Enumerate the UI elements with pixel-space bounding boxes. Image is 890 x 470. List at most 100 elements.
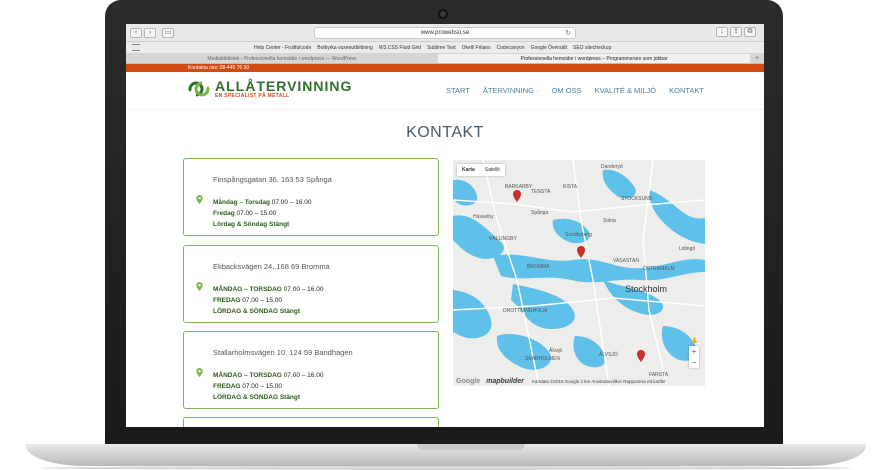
map-label: ÖSTERMALM [643,265,675,272]
bookmarks-bar: Help Center - Fruitfulcode Botkyrka vuxe… [126,42,764,54]
map-label: KISTA [563,184,578,190]
hours-time: 07.00 – 16.00 [283,372,324,379]
nav-atervinning[interactable]: ÅTERVINNING · [483,86,539,95]
hours-days: FREDAG [213,297,241,304]
tab-prowebso[interactable]: Professionella hemsidor i wordpress – Pr… [438,54,750,63]
map-label: VASASTAN [613,258,639,264]
hours-days: MÅNDAG – TORSDAG [213,286,282,293]
bookmark-item[interactable]: Help Center - Fruitfulcode [254,45,311,51]
tabs-icon[interactable]: ⧉ [744,27,756,37]
hours-time: 07.00 – 15.00 [236,210,277,217]
bookmark-item[interactable]: Botkyrka vuxenutbildning [317,45,373,51]
pegman-icon[interactable]: ♟ [691,336,698,345]
main-nav: START ÅTERVINNING · OM OSS KVALITÉ & MIL… [446,86,704,95]
map-canvas: Danderyd KISTA TENSTA Spånga Solna Sundb… [453,160,705,386]
hours-days: LÖRDAG & SÖNDAG [213,394,278,401]
new-tab-icon[interactable]: + [750,54,764,63]
map-marker-bromma [577,246,585,258]
hours-time: 07.00 – 16.00 [283,286,324,293]
location-address: Finspångsgatan 36, 163 53 Spånga [213,175,332,184]
hours-time: Stängt [279,308,301,315]
nav-start[interactable]: START [446,86,470,95]
map-footer: Google mapbuilder Kartdata ©2016 Google … [453,376,705,386]
zoom-controls: + − [689,346,699,368]
hours-time: Stängt [268,221,290,228]
download-icon[interactable]: ↓ [716,27,728,37]
url-text: www.prowebso.se [420,30,470,36]
location-pin-icon [196,195,203,204]
bookmark-item[interactable]: Codecanyon [497,45,525,51]
logo-name: ALLÅTERVINNING [215,78,353,94]
zoom-out-icon[interactable]: − [689,357,699,368]
nav-om-oss[interactable]: OM OSS [552,86,582,95]
map-label: Hässelby [473,214,494,220]
base-notch [417,444,525,450]
location-pin-icon [196,282,203,291]
base-shadow [40,466,852,470]
tab-bar: Mediabibliotek ‹ Professionella hemsidor… [126,54,764,64]
map-label: Lidingö [679,246,695,252]
zoom-in-icon[interactable]: + [689,346,699,357]
map-label: TENSTA [531,189,551,195]
mapbuilder-logo: mapbuilder [486,377,524,385]
google-logo: Google [456,377,481,385]
sidebar-icon[interactable]: ▭ [162,27,174,38]
map-toggle-karta[interactable]: Karta [457,164,480,176]
location-pin-icon [196,368,203,377]
tab-mediabibliotek[interactable]: Mediabibliotek ‹ Professionella hemsidor… [126,54,438,63]
map-label: VÄLLINGBY [489,235,517,242]
location-address: Stallarholmsvägen 10, 124 59 Bandhagen [213,348,353,357]
hours-time: 07.00 – 16.00 [271,199,312,206]
map-label: BROMMA [527,264,550,270]
hours-days: LÖRDAG & SÖNDAG [213,308,278,315]
map-label: Solna [603,218,616,224]
site-header: ALLÅTERVINNING EN SPECIALIST PÅ METALL S… [126,72,764,110]
opening-hours: MÅNDAG – TORSDAG 07.00 – 16.00 FREDAG 07… [213,284,323,317]
bookmark-item[interactable]: SEO sitecheckup [573,45,611,51]
map-label: DROTTNINGHOLM [503,308,547,314]
location-card-partial [183,417,439,427]
map-label: BARKARBY [505,184,533,190]
hours-time: 07.00 – 15.00 [242,297,283,304]
opening-hours: MÅNDAG – TORSDAG 07.00 – 16.00 FREDAG 07… [213,370,323,403]
back-icon[interactable]: ‹ [130,27,142,38]
location-card: Finspångsgatan 36, 163 53 Spånga Måndag … [183,158,439,236]
location-card: Stallarholmsvägen 10, 124 59 Bandhagen M… [183,331,439,409]
hours-days: FREDAG [213,383,241,390]
location-card: Ekbacksvägen 24, 168 69 Bromma MÅNDAG – … [183,245,439,323]
contact-topbar: Kontakta oss: 08-445 76 50 [126,64,764,72]
map-marker-spanga [513,190,521,202]
map-label: SKÄRHOLMEN [525,355,560,362]
map-label: Stockholm [625,284,667,294]
hours-days: MÅNDAG – TORSDAG [213,372,282,379]
share-icon[interactable]: ⇪ [730,27,742,37]
nav-kontakt[interactable]: KONTAKT [669,86,704,95]
hours-time: 07.00 – 15.00 [242,383,283,390]
logo[interactable]: ALLÅTERVINNING EN SPECIALIST PÅ METALL [186,79,352,99]
map-label: ÄLVSJÖ [599,351,618,358]
location-address: Ekbacksvägen 24, 168 69 Bromma [213,262,330,271]
bookmarks-icon[interactable] [132,44,140,51]
map-label: Danderyd [601,164,623,170]
nav-kvalite-miljo[interactable]: KVALITÉ & MILJÖ [595,86,657,95]
page-title: KONTAKT [406,124,484,141]
opening-hours: Måndag – Torsdag 07.00 – 16.00 Fredag 07… [213,197,312,230]
browser-toolbar: ‹ › ▭ www.prowebso.se ↻ ↓ ⇪ ⧉ [126,24,764,42]
map-credit[interactable]: Kartdata ©2016 Google 2 km Användarvillk… [532,379,666,384]
map-label: Sundbyberg [565,232,592,238]
hours-days: Lördag & Söndag [213,221,268,228]
map-type-toggle: Karta Satellit [457,164,505,176]
logo-tagline: EN SPECIALIST PÅ METALL [215,93,290,99]
bookmark-item[interactable]: W3.CSS Fluid Grid [379,45,421,51]
bookmark-item[interactable]: Okelli Frilans [462,45,491,51]
reload-icon[interactable]: ↻ [565,28,571,39]
bookmark-item[interactable]: Google Översätt [531,45,567,51]
laptop-base [26,444,866,466]
url-bar[interactable]: www.prowebso.se ↻ [314,27,576,39]
map-toggle-satellit[interactable]: Satellit [480,164,505,176]
forward-icon[interactable]: › [144,27,156,38]
bookmark-item[interactable]: Sublime Text [427,45,456,51]
map-label: Älvsjö [549,347,563,354]
map-label: Spånga [531,209,548,216]
map[interactable]: Danderyd KISTA TENSTA Spånga Solna Sundb… [453,160,705,386]
